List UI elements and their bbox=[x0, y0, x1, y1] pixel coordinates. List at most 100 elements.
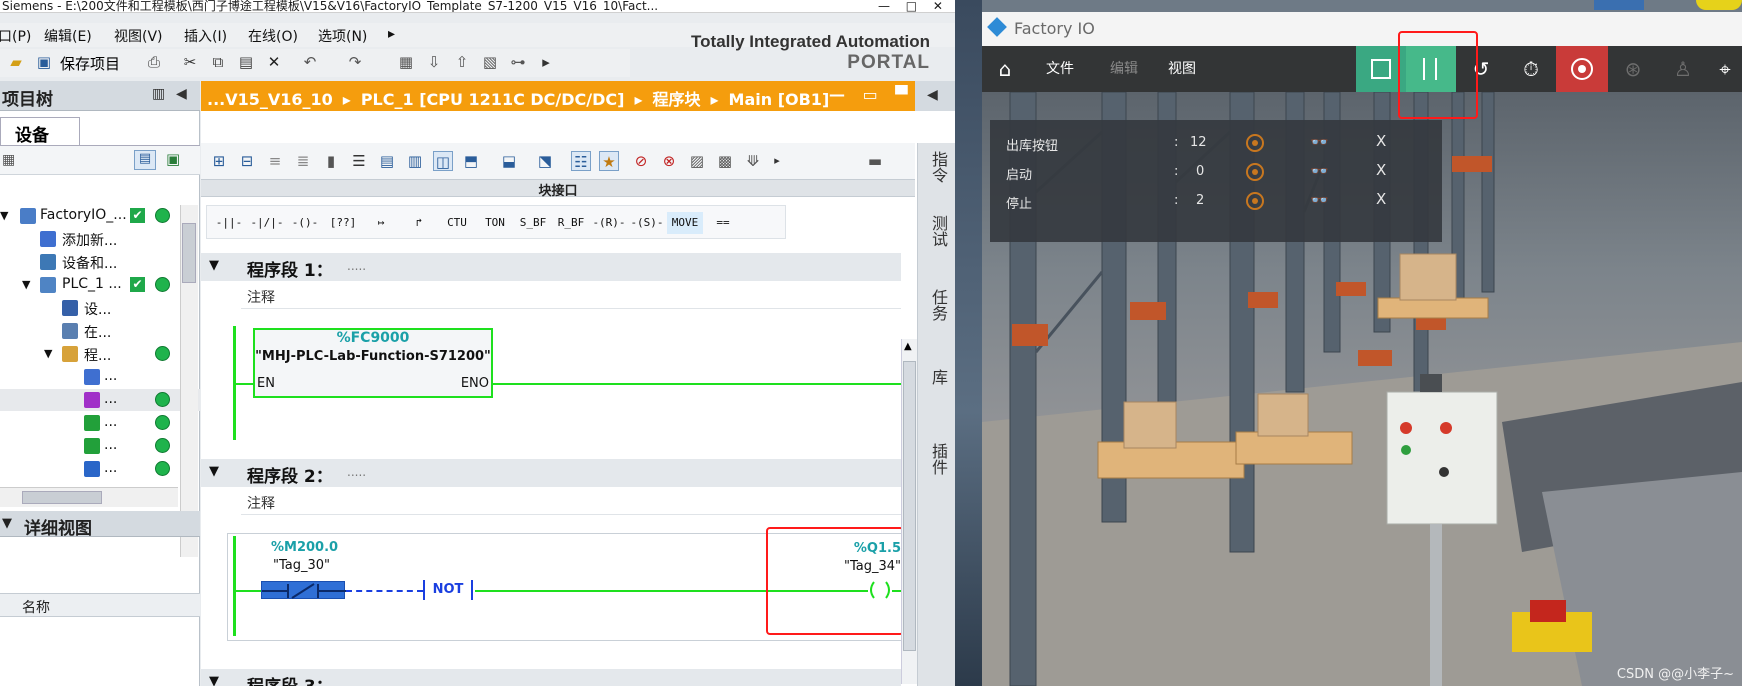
save-project-button[interactable]: 保存项目 bbox=[60, 53, 120, 74]
menu-item-project[interactable]: 口(P) bbox=[0, 26, 31, 46]
tree-item-project[interactable]: ▼ FactoryIO_... ✔ bbox=[0, 205, 200, 227]
person-icon[interactable]: ♙ bbox=[1658, 46, 1708, 92]
tree-item-program-blocks[interactable]: ▼ 程... bbox=[0, 343, 200, 365]
tree-item-block[interactable]: ... bbox=[0, 435, 200, 457]
menu-edit[interactable]: 编辑 bbox=[1104, 46, 1144, 92]
show-list-icon[interactable]: ☷ bbox=[571, 151, 591, 171]
menu-item-insert[interactable]: 插入(I) bbox=[184, 26, 227, 46]
menu-file[interactable]: 文件 bbox=[1040, 46, 1080, 92]
menu-more-icon[interactable]: ▸ bbox=[388, 26, 395, 42]
glasses-icon[interactable]: 👓 bbox=[1310, 191, 1329, 209]
scrollbar-thumb[interactable] bbox=[22, 491, 102, 504]
fc-block[interactable]: %FC9000 "MHJ-PLC-Lab-Function-S71200" EN… bbox=[253, 328, 493, 398]
save-icon[interactable]: ▣ bbox=[34, 52, 54, 72]
3d-scene[interactable]: 出库按钮 : 12 👓 X 启动 : 0 👓 X 停止 : 2 👓 X CSDN… bbox=[982, 91, 1742, 686]
contact-address[interactable]: %M200.0 bbox=[271, 540, 338, 555]
tab-addins[interactable]: 插件 bbox=[924, 443, 948, 475]
tree-item-block[interactable]: ... bbox=[0, 458, 200, 480]
scrollbar-thumb[interactable] bbox=[903, 361, 916, 651]
comments-icon[interactable]: ◫ bbox=[433, 151, 453, 171]
not-contact[interactable]: NOT bbox=[423, 580, 473, 600]
tab-instructions[interactable]: 指令 bbox=[924, 151, 948, 183]
force-toggle-icon[interactable] bbox=[1246, 163, 1264, 181]
abs-operand-icon[interactable]: ▮ bbox=[321, 151, 341, 171]
glasses-icon[interactable]: 👓 bbox=[1310, 133, 1329, 151]
expand-icon[interactable]: ▼ bbox=[0, 209, 8, 222]
tab-tasks[interactable]: 任务 bbox=[924, 289, 948, 321]
desktop-icon[interactable] bbox=[1696, 0, 1742, 10]
menu-item-edit[interactable]: 编辑(E) bbox=[44, 26, 92, 46]
redo-icon[interactable]: ↷ bbox=[345, 52, 365, 72]
upload-icon[interactable]: ⇧ bbox=[452, 52, 472, 72]
favorites-toggle-icon[interactable]: ★ bbox=[599, 151, 619, 171]
print-icon[interactable]: ⎙ bbox=[144, 52, 164, 72]
copy-icon[interactable]: ⧉ bbox=[208, 52, 228, 72]
copy-snapshot-icon[interactable]: ▩ bbox=[715, 151, 735, 171]
glasses-icon[interactable]: 👓 bbox=[1310, 162, 1329, 180]
desktop-icon[interactable] bbox=[1594, 0, 1644, 10]
tree-item-block[interactable]: ... bbox=[0, 412, 200, 434]
instr-reset[interactable]: -(R)- bbox=[591, 212, 627, 234]
instr-move[interactable]: MOVE bbox=[667, 212, 703, 234]
expand-icon[interactable]: ▼ bbox=[209, 464, 219, 479]
tab-devices[interactable]: 设备 bbox=[0, 117, 80, 146]
editor-collapse[interactable]: ◀ bbox=[915, 81, 955, 111]
instr-ctu[interactable]: CTU bbox=[439, 212, 475, 234]
go-online-icon[interactable]: ⊶ bbox=[508, 52, 528, 72]
breakpoint-icon[interactable]: ⬔ bbox=[535, 151, 555, 171]
menu-item-view[interactable]: 视图(V) bbox=[114, 26, 163, 46]
project-tree-scrollbar[interactable] bbox=[180, 205, 198, 557]
editor-options-icon[interactable]: ▬ bbox=[865, 151, 885, 171]
expand-icon[interactable]: ▼ bbox=[2, 516, 12, 531]
instr-coil[interactable]: -()- bbox=[287, 212, 323, 234]
expand-all-icon[interactable]: ▤ bbox=[377, 151, 397, 171]
favorites-icon[interactable]: ⬒ bbox=[461, 151, 481, 171]
timer-icon[interactable]: ⏱ bbox=[1506, 46, 1556, 92]
tree-item-config[interactable]: 设... bbox=[0, 297, 200, 319]
menu-item-options[interactable]: 选项(N) bbox=[318, 26, 367, 46]
network-title-dots[interactable]: ..... bbox=[347, 259, 366, 273]
simulation-icon[interactable]: ▧ bbox=[480, 52, 500, 72]
tree-item-add-device[interactable]: 添加新... bbox=[0, 228, 200, 250]
paste-icon[interactable]: ▤ bbox=[236, 52, 256, 72]
tab-libraries[interactable]: 库 bbox=[924, 369, 948, 385]
network-3-header[interactable]: ▼ 程序段 3： bbox=[201, 669, 901, 686]
nc-contact[interactable] bbox=[261, 581, 346, 599]
instr-empty-box[interactable]: [??] bbox=[325, 212, 361, 234]
undo-icon[interactable]: ↶ bbox=[300, 52, 320, 72]
breadcrumb-item[interactable]: Main [OB1] bbox=[729, 90, 830, 109]
tree-item-plc[interactable]: ▼ PLC_1 ... ✔ bbox=[0, 274, 200, 296]
tree-item-online-diag[interactable]: 在... bbox=[0, 320, 200, 342]
monitor-off-icon[interactable]: ⊘ bbox=[631, 151, 651, 171]
force-toggle-icon[interactable] bbox=[1246, 192, 1264, 210]
tree-options-icon[interactable]: ▣ bbox=[166, 150, 180, 168]
instr-nc-contact[interactable]: -|/|- bbox=[249, 212, 285, 234]
monitor-on-icon[interactable]: ⊗ bbox=[659, 151, 679, 171]
list-icon[interactable]: ☰ bbox=[349, 151, 369, 171]
sensor-icon[interactable]: ⊛ bbox=[1608, 46, 1658, 92]
tree-item-block[interactable]: ... bbox=[0, 389, 200, 411]
instr-set[interactable]: -(S)- bbox=[629, 212, 665, 234]
compile-icon[interactable]: ▦ bbox=[396, 52, 416, 72]
record-button[interactable] bbox=[1556, 46, 1608, 92]
column-name[interactable]: 名称 bbox=[22, 597, 50, 617]
tree-tool-icon[interactable]: ▦ bbox=[2, 152, 15, 168]
goto-icon[interactable]: ⬓ bbox=[499, 151, 519, 171]
network-1-comment[interactable]: 注释 bbox=[241, 283, 901, 309]
project-tree-hscrollbar[interactable] bbox=[0, 487, 178, 507]
scrollbar-thumb[interactable] bbox=[182, 223, 196, 283]
home-icon[interactable]: ⌂ bbox=[992, 46, 1018, 92]
snapshot-icon[interactable]: ▨ bbox=[687, 151, 707, 171]
toolbar-more-icon[interactable]: ▸ bbox=[767, 151, 787, 171]
collapse-all-icon[interactable]: ▥ bbox=[405, 151, 425, 171]
block-interface-bar[interactable]: 块接口 bbox=[201, 179, 915, 199]
remove-watch-button[interactable]: X bbox=[1376, 161, 1386, 179]
pin-icon[interactable]: ▥ bbox=[152, 86, 165, 102]
toolbar-more-icon[interactable]: ▸ bbox=[536, 52, 556, 72]
instr-s-bf[interactable]: S_BF bbox=[515, 212, 551, 234]
editor-scrollbar[interactable]: ▲ bbox=[901, 339, 917, 684]
load-snapshot-icon[interactable]: ⟱ bbox=[743, 151, 763, 171]
expand-icon[interactable]: ▼ bbox=[22, 278, 30, 291]
window-controls[interactable]: — □ ✕ bbox=[878, 0, 949, 12]
add-row-icon[interactable]: ≣ bbox=[293, 151, 313, 171]
